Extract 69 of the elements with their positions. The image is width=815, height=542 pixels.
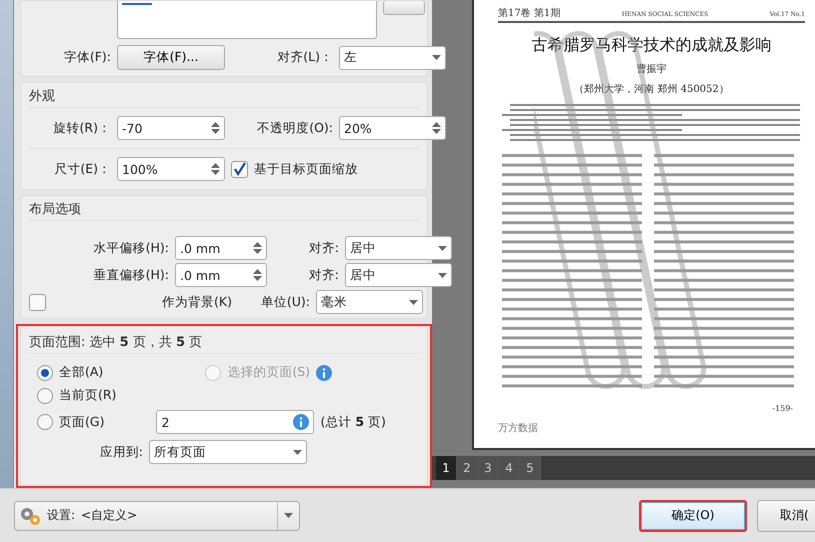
source-text: 万方数据 [498, 422, 538, 435]
radio-label: 页面(G) [59, 414, 104, 430]
page-tab[interactable]: 5 [520, 456, 541, 480]
section-title: 外观 [29, 85, 419, 108]
checkmark-icon [232, 162, 246, 176]
unit-dropdown[interactable]: 毫米 [316, 290, 423, 314]
pages-input-field[interactable]: 2 [156, 410, 314, 434]
section-title: 布局选项 [29, 198, 419, 221]
field-label: 对齐: [308, 240, 339, 256]
radio-button[interactable] [37, 414, 53, 430]
field-label: 对齐: [308, 266, 339, 284]
field-label: 对齐(L)： [276, 49, 333, 66]
field-label: 应用到: [98, 444, 143, 460]
page-tab[interactable]: 4 [499, 456, 520, 480]
align-dropdown[interactable]: 居中 [345, 236, 452, 260]
checkbox-label: 作为背景(K) [161, 294, 232, 310]
author-name: 曹振宇 [636, 62, 666, 76]
offset-spinner[interactable]: .0 mm [175, 263, 267, 287]
field-label: 尺寸(E)： [53, 160, 111, 178]
font-button[interactable]: 字体(F)... [117, 45, 225, 70]
affiliation-text: （郑州大学，河南 郑州 450052） [574, 82, 729, 96]
cancel-button[interactable]: 取消( [757, 500, 815, 532]
caret-icon [293, 450, 302, 454]
article-title: 古希腊罗马科学技术的成就及影响 [532, 35, 772, 56]
size-spinner[interactable]: 100% [117, 157, 225, 181]
total-pages-text: (总计 5 页) [320, 414, 386, 430]
caret-icon [438, 272, 447, 278]
checkbox-label: 基于目标页面缩放 [254, 160, 358, 178]
radio-label: 当前页(R) [59, 387, 116, 404]
field-label: 不透明度(O): [256, 120, 333, 136]
section-title: 页面范围: 选中 5 页，共 5 页 [29, 331, 419, 354]
radio-label: 全部(A) [59, 364, 104, 381]
field-label: 字体(F): [62, 49, 111, 66]
opacity-spinner[interactable]: 20% [339, 116, 446, 140]
ok-button[interactable]: 确定(O) [639, 500, 747, 532]
spinner-arrows-icon[interactable] [211, 121, 220, 135]
radio-button[interactable] [37, 364, 53, 380]
caret-icon [284, 513, 293, 518]
caret-icon [409, 300, 418, 304]
page-number: -159- [772, 404, 793, 413]
align-dropdown[interactable]: 左 [339, 46, 446, 70]
settings-dropdown[interactable]: 设置: <自定义> [14, 500, 300, 530]
text-input-field[interactable] [117, 1, 377, 39]
offset-spinner[interactable]: .0 mm [175, 236, 267, 260]
text-cursor-mark [122, 3, 152, 5]
spinner-arrows-icon[interactable] [253, 241, 262, 255]
field-label: 旋转(R)： [52, 120, 111, 136]
apply-to-dropdown[interactable]: 所有页面 [149, 440, 307, 464]
caret-icon [432, 55, 441, 60]
page-tab[interactable]: 1 [436, 456, 457, 480]
field-label: 垂直偏移(H): [92, 266, 169, 284]
field-label: 水平偏移(H): [92, 240, 169, 256]
radio-label: 选择的页面(S) [227, 364, 310, 381]
page-tab[interactable]: 2 [457, 456, 478, 480]
page-tab[interactable]: 3 [478, 456, 499, 480]
journal-issue-text: 第17卷 第1期 [498, 6, 560, 20]
info-icon [316, 364, 332, 380]
gears-icon [19, 506, 41, 526]
spinner-arrows-icon[interactable] [253, 268, 262, 282]
field-label: 单位(U): [260, 294, 310, 310]
checkbox[interactable] [231, 160, 248, 178]
rotation-spinner[interactable]: -70 [117, 116, 225, 140]
caret-icon [438, 246, 447, 250]
radio-button[interactable] [37, 388, 53, 404]
spinner-arrows-icon[interactable] [432, 121, 441, 135]
align-dropdown[interactable]: 居中 [345, 263, 452, 287]
spinner-arrows-icon[interactable] [211, 162, 220, 176]
checkbox[interactable] [29, 294, 46, 310]
info-icon [293, 414, 310, 430]
